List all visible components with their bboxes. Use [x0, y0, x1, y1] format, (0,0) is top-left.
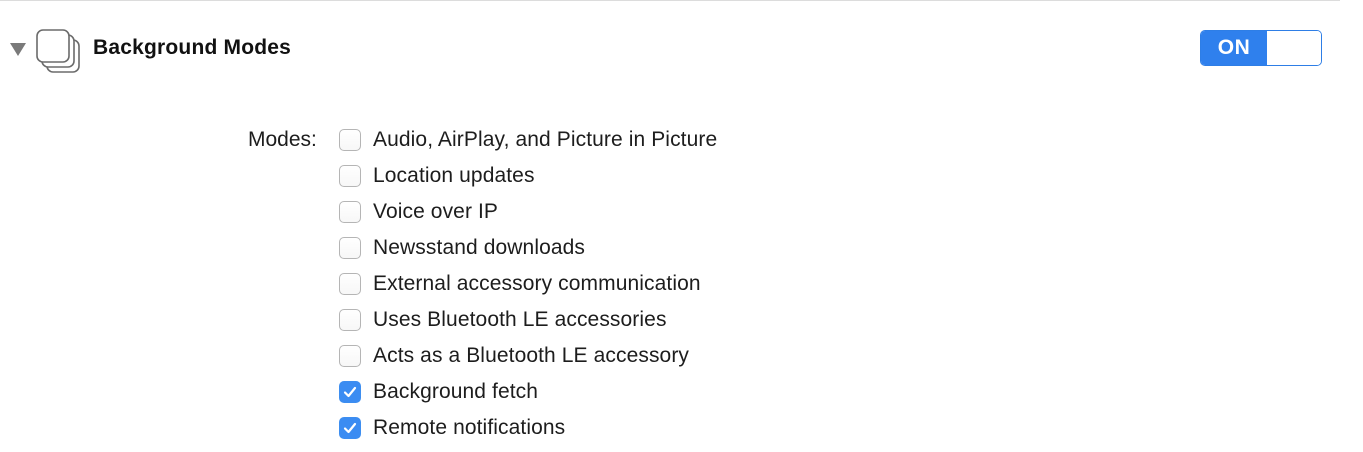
mode-label: Acts as a Bluetooth LE accessory	[373, 344, 690, 367]
newsstand-checkbox[interactable]	[339, 237, 361, 259]
mode-row-external-accessory[interactable]: External accessory communication	[338, 266, 717, 302]
mode-row-background-fetch[interactable]: Background fetch	[338, 374, 717, 410]
mode-label: Uses Bluetooth LE accessories	[373, 308, 667, 331]
toggle-on-label: ON	[1201, 31, 1267, 65]
remote-notifications-checkbox[interactable]	[339, 417, 361, 439]
mode-label: Background fetch	[373, 380, 539, 403]
stacked-windows-icon	[36, 29, 80, 73]
bluetooth-peripheral-checkbox[interactable]	[339, 345, 361, 367]
modes-list: Audio, AirPlay, and Picture in Picture L…	[338, 122, 717, 446]
mode-label: Newsstand downloads	[373, 236, 586, 259]
mode-row-newsstand[interactable]: Newsstand downloads	[338, 230, 717, 266]
mode-label: Location updates	[373, 164, 535, 187]
capability-toggle[interactable]: ON	[1200, 30, 1322, 66]
disclosure-triangle-icon[interactable]	[8, 40, 28, 58]
background-fetch-checkbox[interactable]	[339, 381, 361, 403]
mode-row-bluetooth-peripheral[interactable]: Acts as a Bluetooth LE accessory	[338, 338, 717, 374]
mode-label: Remote notifications	[373, 416, 566, 439]
mode-row-voip[interactable]: Voice over IP	[338, 194, 717, 230]
section-title: Background Modes	[93, 36, 292, 59]
bluetooth-central-checkbox[interactable]	[339, 309, 361, 331]
mode-label: Voice over IP	[373, 200, 499, 223]
toggle-knob	[1267, 31, 1321, 65]
checkmark-icon	[343, 422, 357, 434]
mode-row-bluetooth-central[interactable]: Uses Bluetooth LE accessories	[338, 302, 717, 338]
capability-header: Background Modes ON	[0, 20, 1340, 80]
audio-checkbox[interactable]	[339, 129, 361, 151]
mode-label: Audio, AirPlay, and Picture in Picture	[373, 128, 718, 151]
mode-row-audio[interactable]: Audio, AirPlay, and Picture in Picture	[338, 122, 717, 158]
checkmark-icon	[343, 386, 357, 398]
modes-label: Modes:	[248, 128, 317, 151]
mode-row-remote-notifications[interactable]: Remote notifications	[338, 410, 717, 446]
voip-checkbox[interactable]	[339, 201, 361, 223]
external-accessory-checkbox[interactable]	[339, 273, 361, 295]
location-checkbox[interactable]	[339, 165, 361, 187]
top-divider	[0, 0, 1340, 1]
mode-label: External accessory communication	[373, 272, 701, 295]
mode-row-location[interactable]: Location updates	[338, 158, 717, 194]
